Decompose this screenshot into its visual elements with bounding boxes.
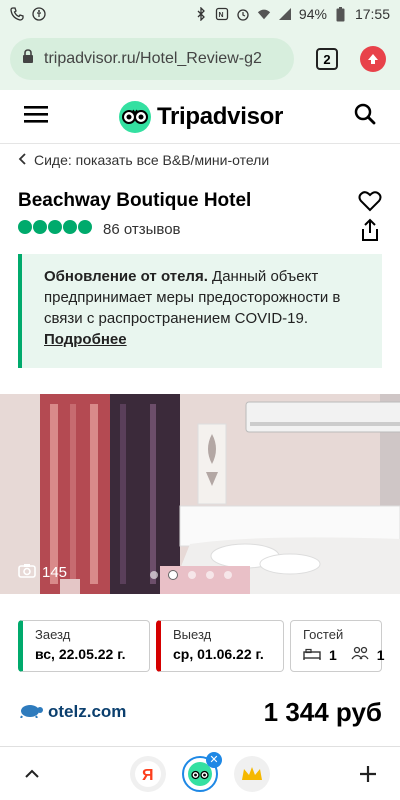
provider-logo: otelz.com — [18, 702, 126, 723]
people-icon — [351, 646, 369, 663]
checkout-label: Выезд — [173, 627, 212, 642]
alarm-icon — [236, 7, 250, 21]
carousel-dot[interactable] — [168, 570, 178, 580]
menu-icon[interactable] — [24, 104, 48, 129]
rating-bubble — [33, 220, 47, 234]
booking-dates: Заезд вс, 22.05.22 г. Выезд ср, 01.06.22… — [18, 620, 385, 672]
hotel-title-block: Beachway Boutique Hotel 86 отзывов — [18, 190, 382, 241]
crown-tab[interactable] — [234, 755, 270, 792]
search-icon[interactable] — [354, 103, 376, 130]
share-icon[interactable] — [358, 218, 382, 247]
bed-icon — [303, 647, 321, 663]
url-text: tripadvisor.ru/Hotel_Review-g2 — [44, 50, 262, 67]
price-amount: 1 344 руб — [263, 696, 382, 727]
chevron-left-icon — [18, 152, 26, 168]
heart-icon[interactable] — [358, 190, 382, 217]
learn-more-link[interactable]: Подробнее — [44, 331, 127, 348]
phone-icon — [10, 7, 24, 21]
guests-field[interactable]: Гостей 1 1 — [290, 620, 385, 672]
rating-bubble — [63, 220, 77, 234]
photo-count[interactable]: 145 — [18, 563, 67, 582]
breadcrumb-text: Сиде: показать все B&B/мини-отели — [34, 152, 270, 168]
rooms-count: 1 — [329, 646, 337, 663]
rating-row[interactable]: 86 отзывов — [18, 220, 382, 238]
tripadvisor-tab[interactable]: ✕ — [182, 751, 222, 792]
tab-switcher-button[interactable]: 2 — [316, 48, 338, 70]
owl-icon — [118, 100, 151, 133]
guests-label: Гостей — [303, 627, 344, 642]
notice-title: Обновление от отеля. — [44, 268, 208, 285]
svg-text:Я: Я — [142, 767, 154, 784]
wifi-icon — [257, 7, 271, 21]
otelz-turtle-icon — [18, 702, 44, 723]
rating-bubble — [48, 220, 62, 234]
svg-text:N: N — [218, 12, 223, 19]
carousel-dots — [150, 570, 232, 580]
nfc-icon: N — [215, 7, 229, 21]
clock: 17:55 — [354, 6, 390, 22]
hotel-name: Beachway Boutique Hotel — [18, 190, 252, 211]
rating-bubbles — [18, 220, 93, 238]
yandex-tab[interactable]: Я — [130, 755, 166, 792]
tripadvisor-logo[interactable]: Tripadvisor — [118, 100, 284, 133]
review-count: 86 отзывов — [103, 220, 181, 238]
hotel-update-notice: Обновление от отеля. Данный объект предп… — [18, 254, 382, 368]
rating-bubble — [18, 220, 32, 234]
carousel-dot[interactable] — [188, 571, 196, 579]
battery-icon — [334, 6, 348, 21]
checkout-field[interactable]: Выезд ср, 01.06.22 г. — [156, 620, 284, 672]
carousel-dot[interactable] — [224, 571, 232, 579]
carousel-dot[interactable] — [150, 571, 158, 579]
lock-icon — [22, 49, 34, 69]
signal-icon — [278, 7, 292, 21]
checkin-label: Заезд — [35, 627, 71, 642]
rating-bubble — [78, 220, 92, 234]
url-bar[interactable]: tripadvisor.ru/Hotel_Review-g2 — [10, 38, 294, 80]
brand-name: Tripadvisor — [156, 102, 284, 130]
photo-count-value: 145 — [42, 564, 68, 581]
accessibility-icon — [32, 7, 46, 21]
checkin-value: вс, 22.05.22 г. — [35, 646, 126, 662]
browser-update-icon[interactable] — [360, 46, 386, 72]
chevron-up-icon[interactable] — [14, 756, 50, 792]
browser-bar: tripadvisor.ru/Hotel_Review-g2 2 — [0, 28, 400, 90]
site-header: Tripadvisor — [0, 90, 400, 144]
bluetooth-icon — [194, 7, 208, 21]
hotel-photo-carousel[interactable]: 145 — [0, 394, 400, 594]
close-tab-icon[interactable]: ✕ — [206, 751, 222, 768]
status-bar: N 94% 17:55 — [0, 0, 400, 28]
provider-name: otelz.com — [48, 702, 127, 721]
browser-bottom-bar: Я ✕ — [0, 746, 400, 800]
carousel-dot[interactable] — [206, 571, 214, 579]
battery-percent: 94% — [298, 6, 327, 22]
price-offer[interactable]: otelz.com 1 344 руб — [18, 694, 382, 730]
breadcrumb[interactable]: Сиде: показать все B&B/мини-отели — [18, 152, 269, 168]
checkin-field[interactable]: Заезд вс, 22.05.22 г. — [18, 620, 150, 672]
guests-count: 1 — [376, 646, 385, 663]
plus-icon[interactable] — [350, 756, 386, 792]
camera-icon — [18, 563, 36, 582]
checkout-value: ср, 01.06.22 г. — [173, 646, 264, 662]
